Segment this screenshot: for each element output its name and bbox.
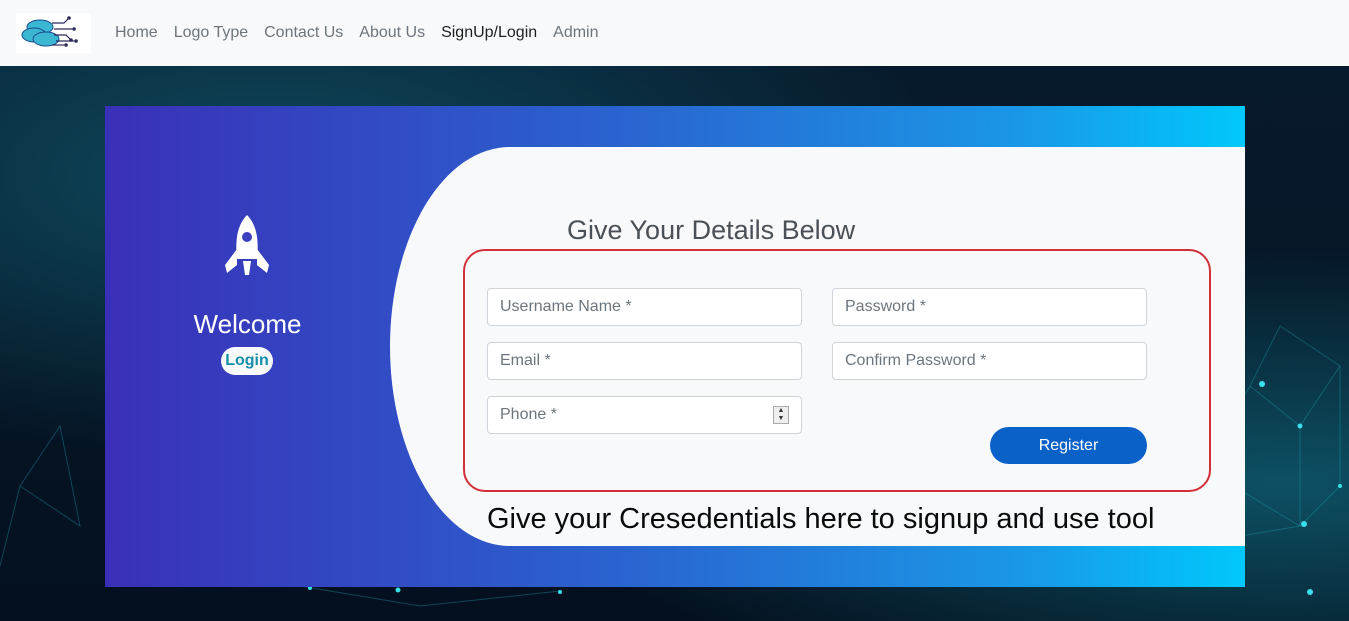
password-input[interactable] [832, 288, 1147, 326]
rocket-icon [225, 215, 269, 275]
spinner-up-icon[interactable]: ▲ [774, 407, 788, 415]
spinner-down-icon[interactable]: ▼ [774, 415, 788, 423]
phone-spinner[interactable]: ▲ ▼ [773, 406, 789, 424]
phone-input[interactable] [487, 396, 802, 434]
welcome-panel: Welcome Login [105, 106, 390, 587]
cloud-logo-icon [21, 16, 78, 47]
nav-logo-type[interactable]: Logo Type [174, 24, 248, 42]
top-navbar: Home Logo Type Contact Us About Us SignU… [0, 0, 1349, 66]
nav-signup-login[interactable]: SignUp/Login [441, 24, 537, 42]
annotation-caption: Give your Cresedentials here to signup a… [487, 503, 1155, 535]
form-title: Give Your Details Below [567, 215, 856, 245]
login-button[interactable]: Login [221, 347, 273, 375]
site-logo[interactable] [16, 13, 91, 53]
nav-links: Home Logo Type Contact Us About Us SignU… [115, 0, 615, 66]
username-input[interactable] [487, 288, 802, 326]
register-button[interactable]: Register [990, 427, 1147, 464]
welcome-heading: Welcome [193, 309, 302, 339]
nav-home[interactable]: Home [115, 24, 158, 42]
email-input[interactable] [487, 342, 802, 380]
nav-contact-us[interactable]: Contact Us [264, 24, 343, 42]
confirm-password-input[interactable] [832, 342, 1147, 380]
nav-admin[interactable]: Admin [553, 24, 598, 42]
nav-about-us[interactable]: About Us [359, 24, 425, 42]
